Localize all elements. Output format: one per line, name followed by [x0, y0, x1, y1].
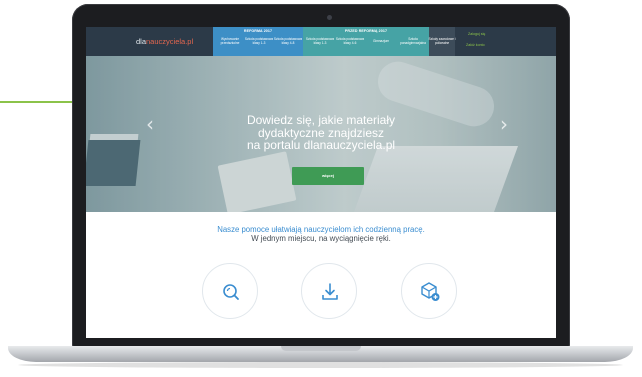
nav-item-gimnazjum[interactable]: Gimnazjum — [366, 39, 396, 43]
nav-item-sp-4-6[interactable]: Szkoła podstawowa klasy 4-6 — [335, 37, 365, 45]
website-screen: dlanauczyciela.pl REFORMA 2017 Wychowani… — [86, 27, 556, 338]
nav-item-szkoly-zawodowe[interactable]: Szkoły zawodowe i policealne — [427, 37, 457, 45]
register-link[interactable]: Załóż konto — [466, 43, 485, 47]
hero-title: Dowiedz się, jakie materiały dydaktyczne… — [201, 114, 441, 152]
laptop-notch — [281, 346, 361, 351]
chevron-left-icon[interactable]: ‹ — [146, 112, 154, 136]
nav-group-header: REFORMA 2017 — [243, 29, 273, 33]
nav-group-header: PRZED REFORMĄ 2017 — [344, 29, 388, 33]
nav-item-ponadgimnazjalna[interactable]: Szkoła ponadgimnazjalna — [397, 37, 429, 45]
top-navigation: dlanauczyciela.pl REFORMA 2017 Wychowani… — [86, 27, 556, 56]
tagline: Nasze pomoce ułatwiają nauczycielom ich … — [146, 225, 496, 243]
login-link[interactable]: Zaloguj się — [468, 32, 485, 36]
decorative-accent-line — [0, 101, 74, 103]
feature-search-button[interactable] — [202, 263, 258, 319]
tagline-secondary: W jednym miejscu, na wyciągnięcie ręki. — [251, 234, 391, 243]
nav-group-przed-reforma: PRZED REFORMĄ 2017 Szkoła podstawowa kla… — [303, 27, 429, 56]
feature-materials-button[interactable] — [401, 263, 457, 319]
nav-group-reforma-2017: REFORMA 2017 Wychowanie przedszkolne Szk… — [213, 27, 303, 56]
nav-item-sp-4-8[interactable]: Szkoła podstawowa klasy 4-8 — [273, 37, 303, 45]
hero-slider: ‹ › Dowiedz się, jakie materiały dydakty… — [86, 56, 556, 212]
nav-item-szkoly-zawodowe-wrap: Szkoły zawodowe i policealne — [429, 27, 455, 56]
feature-download-button[interactable] — [301, 263, 357, 319]
box-plus-icon — [421, 282, 440, 301]
hero-title-line: na portalu dlanauczyciela.pl — [246, 138, 396, 152]
hero-title-line: Dowiedz się, jakie materiały — [246, 113, 396, 127]
tagline-primary: Nasze pomoce ułatwiają nauczycielom ich … — [217, 225, 425, 234]
download-icon — [322, 283, 338, 300]
nav-item-wychowanie-przedszkolne[interactable]: Wychowanie przedszkolne — [215, 37, 245, 45]
nav-item-sp-1-3[interactable]: Szkoła podstawowa klasy 1-3 — [244, 37, 274, 45]
nav-item-sp-1-3-old[interactable]: Szkoła podstawowa klasy 1-3 — [305, 37, 335, 45]
laptop-shadow — [18, 362, 623, 368]
search-icon — [223, 284, 239, 300]
chevron-right-icon[interactable]: › — [500, 112, 508, 136]
site-logo[interactable]: dlanauczyciela.pl — [136, 37, 193, 46]
more-button[interactable]: więcej — [292, 167, 364, 185]
camera-icon — [327, 15, 332, 20]
